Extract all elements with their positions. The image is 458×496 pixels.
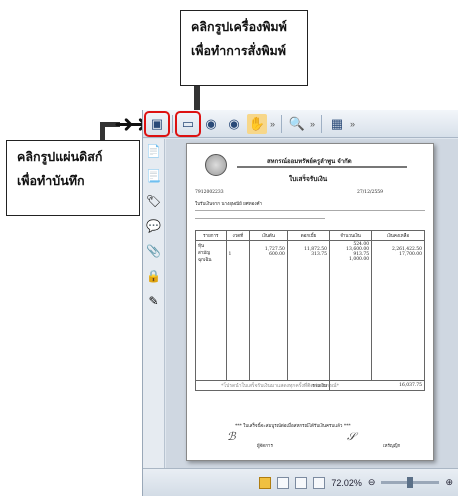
continuous-view-button[interactable] [277,476,290,489]
total-value: 16,037.75 [328,380,426,391]
more-chevron-icon[interactable]: » [310,119,316,129]
payer-name: ใบรับเงินจาก นางอุษณีย์ ยศทองคำ [195,202,263,207]
cell: 17,700.00 [399,252,422,257]
address-line [237,166,407,168]
zoom-level: 72.02% [331,477,362,488]
toolbar-separator [172,114,173,133]
security-lock-icon[interactable]: 🔒 [146,268,162,284]
member-no: 7912002233 [195,190,224,195]
sign-left-label: ผู้จัดการ [257,444,273,449]
save-callout: คลิกรูปแผ่นดิสก์ เพื่อทำบันทึก [6,140,140,216]
status-bar: 72.02% ⊖ ⊕ [143,468,458,496]
page-down-icon[interactable]: ◉ [224,114,244,134]
pdf-viewer-window: ▣ ▭ ◉ ◉ ✋ » 🔍 » ▦ » 📄 📃 🏷 💬 📎 🔒 ✎ สหกรณ์… [142,110,458,496]
cell: 1,000.00 [349,257,370,262]
col-header: งวดที่ [225,230,251,241]
receipt-page: สหกรณ์ออมทรัพย์ครูลำพูน จำกัด ใบเสร็จรับ… [186,143,434,461]
divider [195,218,325,219]
receipt-date: 27/12/2559 [357,190,383,195]
two-page-view-button[interactable] [295,476,308,489]
page-up-icon[interactable]: ◉ [201,114,221,134]
save-disk-icon[interactable]: ▣ [144,110,170,137]
col-header: จำนวนเงิน [328,230,373,241]
signature-right: 𝒮 [347,430,356,443]
left-sidebar: 📄 📃 🏷 💬 📎 🔒 ✎ [143,139,165,468]
sign-right-label: เหรัญญิก [383,444,401,449]
table-row: หุ้น สามัญ ฉุกเฉิน 1 1,727.50 600.00 11,… [195,240,425,381]
divider [195,210,425,211]
more-chevron-icon[interactable]: » [350,119,356,129]
toolbar-separator [281,114,282,133]
tags-panel-icon[interactable]: 🏷 [146,193,162,209]
page-view-icon[interactable]: ▦ [327,114,347,134]
document-panel-icon[interactable]: 📃 [146,168,162,184]
save-callout-line1: คลิกรูปแผ่นดิสก์ [17,150,103,164]
toolbar-separator [321,114,322,133]
watermark-text: *โปรดนำใบเสร็จรับเงินมาแสดงทุกครั้งที่ติ… [221,383,340,389]
zoom-out-icon[interactable]: ⊖ [368,477,376,488]
col-header: ดอกเบี้ย [286,230,330,241]
print-callout-line1: คลิกรูปเครื่องพิมพ์ [191,20,287,34]
cell: ฉุกเฉิน [198,258,212,263]
receipt-label: ใบเสร็จรับเงิน [289,175,328,183]
cell: หุ้น [198,244,205,249]
printer-icon[interactable]: ▭ [175,110,201,137]
cooperative-logo-icon [205,154,227,176]
pages-panel-icon[interactable]: 📄 [146,143,162,159]
toolbar: ▣ ▭ ◉ ◉ ✋ » 🔍 » ▦ » [143,110,458,138]
more-chevron-icon[interactable]: » [270,119,276,129]
arrow-right-icon: ➜➜ [114,110,148,138]
print-callout: คลิกรูปเครื่องพิมพ์ เพื่อทำการสั่งพิมพ์ [180,10,308,86]
receipt-note: *** ใบเสร็จนี้จะสมบูรณ์ต่อเมื่อสหกรณ์ได้… [235,424,351,429]
receipt-table: รายการ งวดที่ เงินต้น ดอกเบี้ย จำนวนเงิน… [195,230,426,391]
document-area[interactable]: สหกรณ์ออมทรัพย์ครูลำพูน จำกัด ใบเสร็จรับ… [166,139,458,468]
two-page-continuous-button[interactable] [313,476,326,489]
col-header: เงินคงเหลือ [371,230,425,241]
cell: 313.75 [311,252,327,257]
org-title: สหกรณ์ออมทรัพย์ครูลำพูน จำกัด [267,158,352,165]
comments-panel-icon[interactable]: 💬 [146,218,162,234]
find-binoculars-icon[interactable]: 🔍 [287,114,307,134]
zoom-slider-knob[interactable] [407,477,414,488]
save-callout-line2: เพื่อทำบันทึก [17,174,85,188]
cell: สามัญ [198,251,211,256]
cell: 600.00 [269,252,285,257]
signature-left: ℬ [227,430,236,443]
zoom-slider[interactable] [381,477,440,488]
single-page-view-button[interactable] [259,476,272,489]
col-header: เงินต้น [249,230,288,241]
attachments-panel-icon[interactable]: 📎 [146,243,162,259]
zoom-in-icon[interactable]: ⊕ [445,477,453,488]
print-callout-line2: เพื่อทำการสั่งพิมพ์ [191,44,287,58]
col-header: รายการ [195,230,227,241]
hand-tool-icon[interactable]: ✋ [247,113,267,134]
signature-panel-icon[interactable]: ✎ [146,293,162,309]
cell: 1 [228,252,232,257]
